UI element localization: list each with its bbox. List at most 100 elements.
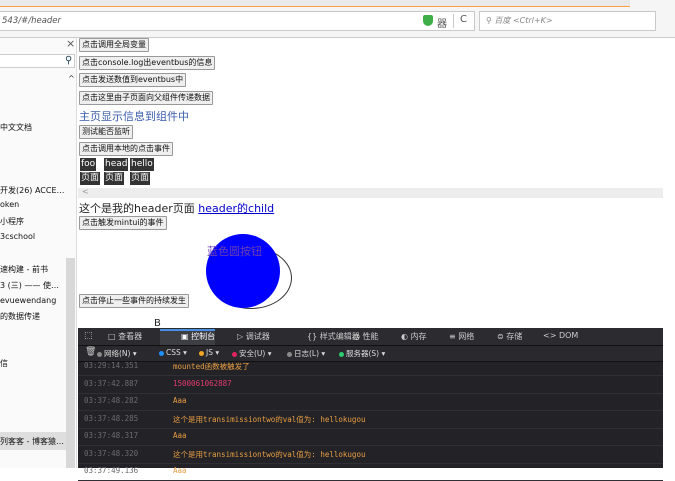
- sidebar-item[interactable]: 3 (三) —— 使…: [0, 280, 59, 291]
- devtools-tab-label: 性能: [362, 332, 379, 341]
- devtools-tab-label: 存储: [506, 332, 523, 341]
- log-divider: [78, 375, 663, 376]
- page-button[interactable]: 点击console.log出eventbus的信息: [79, 56, 216, 70]
- devtools-tab-icon: ⊜: [497, 332, 507, 341]
- sidebar-item[interactable]: evuewendang: [0, 296, 56, 305]
- devtools-tab[interactable]: ◎ 性能: [353, 331, 379, 342]
- horizontal-scrollbar[interactable]: [78, 188, 663, 198]
- filter-dot: [97, 351, 102, 357]
- devtools-tab-label: 内存: [410, 332, 427, 341]
- devtools-tab-label: 查看器: [118, 332, 143, 341]
- blue-circle-label: 蓝色圆按钮: [207, 245, 262, 258]
- log-message: 这个是用transimissiontwo的val值为: hellokugou: [173, 449, 366, 459]
- devtools-tab[interactable]: ⊜ 存储: [497, 331, 522, 342]
- devtools-tab-icon: ≡: [449, 332, 459, 341]
- log-divider: [78, 445, 663, 446]
- devtools-tab[interactable]: ▣ 控制台: [181, 331, 215, 342]
- devtools-filter[interactable]: 日志(L) ▾: [287, 348, 325, 359]
- log-message: Aaa: [173, 396, 187, 405]
- log-divider: [78, 427, 663, 429]
- address-bar[interactable]: 543/#/header: [0, 11, 475, 31]
- devtools-tab[interactable]: □ 查看器: [108, 331, 142, 342]
- trash-icon[interactable]: 🗑: [85, 347, 96, 357]
- sidebar-item[interactable]: 中文文档: [0, 122, 32, 133]
- filter-dot: [159, 350, 164, 356]
- devtools-filter[interactable]: CSS ▾: [159, 348, 187, 357]
- devtools-tab[interactable]: ▷ 调试器: [237, 331, 270, 342]
- log-timestamp: 03:37:48.282: [84, 396, 139, 405]
- sidebar-search-input[interactable]: [0, 54, 75, 68]
- devtools-tab-icon: □: [108, 332, 119, 341]
- devtools-filter[interactable]: 服务器(S) ▾: [339, 348, 385, 359]
- devtools-tab-label: 调试器: [245, 332, 270, 341]
- dark-label: 页面: [80, 172, 101, 185]
- devtools-tab-icon: ▣: [181, 332, 192, 341]
- header-page-text: 这个是我的header页面 header的child: [79, 200, 274, 216]
- devtools-tab[interactable]: {} 样式编辑器: [307, 331, 360, 342]
- search-icon[interactable]: ⚲: [65, 55, 72, 66]
- sidebar-item[interactable]: oken: [0, 200, 19, 209]
- sidebar-item[interactable]: 3cschool: [0, 232, 35, 241]
- devtools-filter[interactable]: JS ▾: [199, 348, 219, 357]
- devtools-tab[interactable]: <> DOM: [543, 331, 578, 340]
- filter-dot: [232, 351, 237, 357]
- sidebar-item[interactable]: 开发(26) ACCE…: [0, 185, 65, 196]
- devtools-filter[interactable]: 网络(N) ▾: [97, 348, 137, 359]
- devtools-tab-icon: ▷: [237, 332, 246, 341]
- devtools-tab-icon: ◐: [401, 332, 411, 341]
- filter-label: 网络(N) ▾: [104, 349, 137, 358]
- page-button[interactable]: 点击这里由子页面向父组件传递数据: [79, 91, 213, 105]
- sidebar-item[interactable]: 的数据传递: [0, 311, 40, 322]
- filter-label: 日志(L) ▾: [294, 349, 326, 358]
- devtools-filter[interactable]: 安全(U) ▾: [232, 348, 272, 359]
- sidebar-scrollbar[interactable]: [66, 258, 75, 468]
- header-child-link[interactable]: header的child: [198, 202, 274, 215]
- devtools-tab[interactable]: ≡ 网络: [449, 331, 474, 342]
- sidebar-item[interactable]: 列客客 - 博客猿…: [0, 436, 64, 447]
- page-button[interactable]: 测试能否监听: [79, 125, 133, 139]
- mintui-button[interactable]: 点击触发mintui的事件: [79, 216, 167, 230]
- filter-dot: [339, 351, 344, 357]
- page-button[interactable]: 点击调用本地的点击事件: [79, 142, 173, 156]
- search-placeholder: 百度 <Ctrl+K>: [494, 16, 553, 25]
- log-timestamp: 03:37:42.887: [84, 378, 139, 388]
- devtools-tab-label: DOM: [558, 331, 579, 340]
- grid-icon[interactable]: 器: [437, 15, 447, 30]
- info-text: 主页显示信息到组件中: [79, 110, 189, 123]
- log-timestamp: 03:37:48.317: [84, 431, 139, 440]
- page-button[interactable]: 点击调用全局变量: [79, 38, 149, 52]
- dark-label: hello: [130, 158, 154, 171]
- filter-dot: [199, 350, 204, 356]
- log-message: 1500061062887: [173, 378, 232, 388]
- filter-dot: [287, 351, 292, 357]
- chevron-up-icon[interactable]: ^: [68, 74, 75, 83]
- log-message: Aaa: [173, 431, 187, 440]
- log-timestamp: 03:29:14.351: [84, 361, 139, 370]
- header-label: 这个是我的header页面: [79, 202, 195, 215]
- devtools-tab-icon: {}: [307, 332, 320, 341]
- shield-icon[interactable]: [423, 15, 433, 26]
- log-message: 这个是用transimissiontwo的val值为: hellokugou: [173, 414, 366, 424]
- refresh-icon[interactable]: C: [460, 14, 467, 25]
- filter-label: CSS ▾: [166, 348, 187, 357]
- stop-events-button[interactable]: 点击停止一些事件的持续发生: [79, 294, 189, 308]
- sidebar-item[interactable]: 小程序: [0, 216, 24, 227]
- sidebar-item[interactable]: 速构建 - 前书: [0, 264, 48, 275]
- log-divider: [78, 410, 663, 411]
- dark-label: 页面: [130, 172, 151, 185]
- search-input[interactable]: ⚲ 百度 <Ctrl+K>: [479, 11, 656, 31]
- dark-label: 页面: [104, 172, 125, 185]
- log-message: mounted函数被触发了: [173, 362, 250, 371]
- devtools-tab-icon: ◎: [353, 332, 363, 341]
- page-button[interactable]: 点击发送数值到eventbus中: [79, 73, 187, 87]
- devtools-tab[interactable]: ◐ 内存: [401, 331, 427, 342]
- inspect-icon[interactable]: ⬚: [84, 331, 93, 341]
- filter-label: 安全(U) ▾: [239, 349, 272, 358]
- dark-label: foo: [80, 158, 97, 171]
- close-icon[interactable]: ×: [66, 37, 75, 50]
- filter-label: JS ▾: [206, 348, 220, 357]
- scroll-left-icon[interactable]: <: [82, 187, 89, 196]
- toolbar-divider: [453, 14, 454, 28]
- devtools-tab-icon: <>: [543, 331, 559, 340]
- sidebar-item[interactable]: 信: [0, 358, 8, 369]
